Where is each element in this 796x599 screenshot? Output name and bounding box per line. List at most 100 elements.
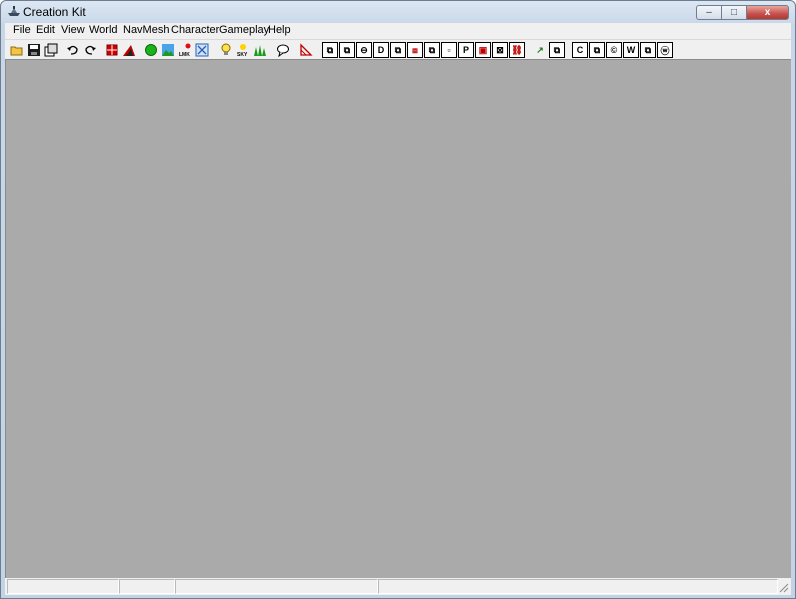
split-icon: ⧈ [412, 44, 418, 55]
save-button[interactable] [26, 42, 42, 58]
menu-view[interactable]: View [61, 24, 85, 36]
speech-bubble-icon [277, 44, 289, 57]
letter-d-button[interactable]: D [373, 42, 389, 58]
letter-d-icon: D [377, 45, 385, 55]
minimize-icon: ‒ [706, 6, 712, 18]
redo-button[interactable] [82, 42, 98, 58]
undo-button[interactable] [65, 42, 81, 58]
menu-character[interactable]: Character [171, 24, 219, 36]
close-button[interactable]: x [746, 5, 789, 20]
circle-w-button[interactable]: ⓦ [657, 42, 673, 58]
open-button[interactable] [9, 42, 25, 58]
light-bulb-icon [221, 43, 231, 55]
sky-button[interactable]: SKY [235, 42, 251, 58]
cube-a-button[interactable]: ⧉ [322, 42, 338, 58]
crossed-box-icon: ⊠ [496, 44, 504, 55]
terrain-icon [123, 45, 135, 56]
menu-bar: File Edit View World NavMesh Character G… [5, 23, 791, 39]
cube-c-icon: ⧉ [394, 44, 402, 55]
close-icon: x [764, 6, 771, 18]
letter-p-icon: P [462, 45, 469, 55]
green-sphere-button[interactable] [143, 42, 159, 58]
arrow-button[interactable]: ↗ [532, 42, 548, 58]
render-window-button[interactable] [104, 42, 120, 58]
open-icon [10, 46, 23, 56]
circle-w-icon: ⓦ [660, 45, 670, 56]
cube-g-icon: ⧉ [644, 44, 652, 55]
square-button[interactable]: ▫ [441, 42, 457, 58]
mdi-workspace[interactable] [5, 59, 791, 578]
circle-c-icon: © [610, 45, 618, 55]
lmk-icon: LMK [179, 43, 191, 57]
maximize-button[interactable]: □ [721, 5, 746, 20]
cube-d-button[interactable]: ⧉ [424, 42, 440, 58]
maximize-icon: □ [730, 6, 738, 18]
main-toolbar: LMK SKY ⧉ ⧉ ⊖ D ⧉ ⧈ ⧉ ▫ P ▣ ⊠ ⛓ ↗ ⧉ C ⧉ … [5, 39, 791, 60]
cube-b-button[interactable]: ⧉ [339, 42, 355, 58]
circle-c-button[interactable]: © [606, 42, 622, 58]
redo-icon [85, 45, 96, 55]
landscape-icon [162, 44, 174, 56]
status-pane-3 [175, 579, 378, 594]
cube-g-button[interactable]: ⧉ [640, 42, 656, 58]
letter-c-button[interactable]: C [572, 42, 588, 58]
menu-file[interactable]: File [13, 24, 31, 36]
caption-buttons: ‒ □ x [696, 5, 789, 20]
status-bar [5, 578, 791, 595]
green-sphere-icon [145, 44, 157, 56]
crossed-box-button[interactable]: ⊠ [492, 42, 508, 58]
terrain-button[interactable] [121, 42, 137, 58]
svg-text:SKY: SKY [237, 52, 248, 57]
menu-gameplay[interactable]: Gameplay [219, 24, 269, 36]
light-marker-button[interactable] [194, 42, 210, 58]
svg-text:LMK: LMK [179, 52, 190, 57]
menu-world[interactable]: World [89, 24, 118, 36]
cube-e-button[interactable]: ⧉ [549, 42, 565, 58]
arrow-icon: ↗ [536, 44, 544, 55]
navmesh-button[interactable] [298, 42, 314, 58]
link-icon: ⛓ [511, 44, 523, 55]
grass-icon [254, 45, 266, 56]
creation-kit-window: Creation Kit ‒ □ x File Edit View World … [0, 0, 796, 599]
cube-f-button[interactable]: ⧉ [589, 42, 605, 58]
letter-w-icon: W [626, 45, 636, 55]
minimize-button[interactable]: ‒ [696, 5, 721, 20]
navmesh-icon [300, 43, 313, 56]
cube-a-icon: ⧉ [326, 44, 334, 55]
circle-minus-icon: ⊖ [360, 44, 368, 55]
cube-c-button[interactable]: ⧉ [390, 42, 406, 58]
split-button[interactable]: ⧈ [407, 42, 423, 58]
render-window-icon [106, 44, 118, 56]
red-box-button[interactable]: ▣ [475, 42, 491, 58]
letter-w-button[interactable]: W [623, 42, 639, 58]
cube-d-icon: ⧉ [428, 44, 436, 55]
status-pane-1 [7, 579, 119, 594]
letter-c-icon: C [576, 45, 584, 55]
preferences-button[interactable] [43, 42, 59, 58]
preferences-icon [44, 43, 58, 57]
speech-bubble-button[interactable] [275, 42, 291, 58]
status-pane-4 [378, 579, 778, 594]
save-icon [28, 44, 40, 56]
light-bulb-button[interactable] [218, 42, 234, 58]
creation-kit-app-icon [8, 6, 20, 16]
status-pane-2 [119, 579, 175, 594]
square-icon: ▫ [447, 45, 451, 55]
title-bar[interactable]: Creation Kit ‒ □ x [1, 1, 795, 23]
sky-icon: SKY [237, 44, 248, 57]
menu-edit[interactable]: Edit [36, 24, 55, 36]
window-title: Creation Kit [23, 5, 86, 19]
cube-b-icon: ⧉ [343, 44, 351, 55]
menu-help[interactable]: Help [268, 24, 291, 36]
landscape-button[interactable] [160, 42, 176, 58]
resize-grip-icon[interactable] [778, 582, 789, 593]
cube-e-icon: ⧉ [553, 44, 561, 55]
menu-navmesh[interactable]: NavMesh [123, 24, 169, 36]
red-box-icon: ▣ [478, 44, 488, 55]
circle-minus-button[interactable]: ⊖ [356, 42, 372, 58]
lmk-button[interactable]: LMK [177, 42, 193, 58]
link-button[interactable]: ⛓ [509, 42, 525, 58]
light-marker-icon [195, 43, 209, 57]
letter-p-button[interactable]: P [458, 42, 474, 58]
grass-button[interactable] [252, 42, 268, 58]
